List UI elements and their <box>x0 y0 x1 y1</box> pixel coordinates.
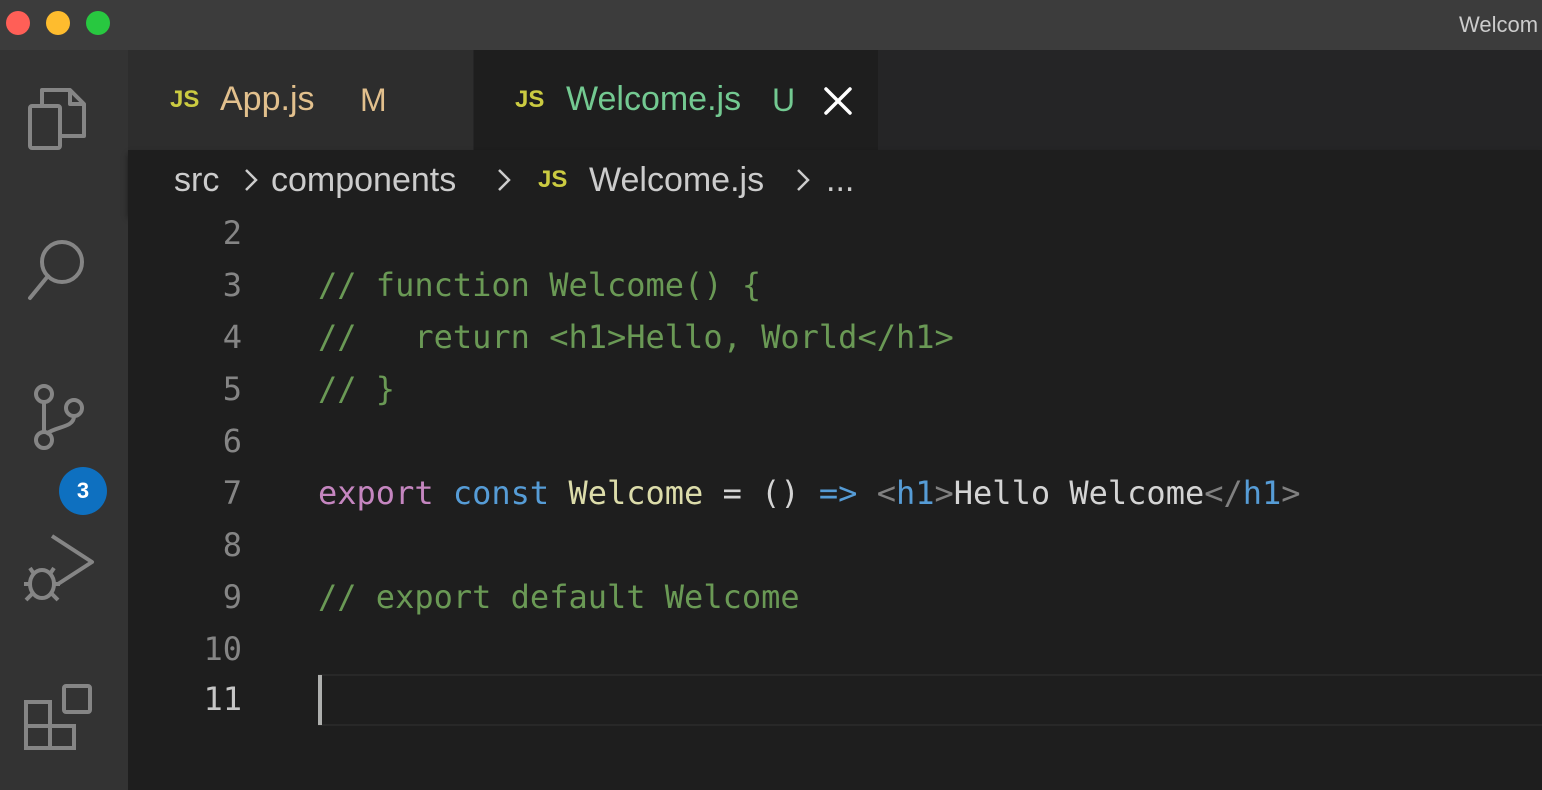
operator-equals: = <box>703 474 762 512</box>
keyword-const: const <box>452 474 550 512</box>
breadcrumb-item-symbols[interactable]: ... <box>826 161 854 200</box>
run-debug-icon[interactable] <box>18 528 98 608</box>
close-window-button[interactable] <box>6 11 30 35</box>
source-control-icon[interactable] <box>18 380 98 460</box>
js-file-icon: JS <box>538 166 568 193</box>
tab-untracked-indicator: U <box>772 82 796 118</box>
tag-name: h1 <box>895 474 935 512</box>
chevron-right-icon <box>792 164 814 196</box>
code-line-comment: // return <h1>Hello, World</h1> <box>318 318 954 356</box>
code-editor[interactable]: 2 3 4 5 6 7 8 9 10 11 // function Welcom… <box>128 214 1542 790</box>
breadcrumb: src components JS Welcome.js ... <box>128 150 1542 214</box>
line-number: 3 <box>222 266 242 304</box>
text-cursor <box>318 675 322 725</box>
code-line-comment: // } <box>318 370 396 408</box>
tab-modified-indicator: M <box>360 82 387 118</box>
maximize-window-button[interactable] <box>86 11 110 35</box>
explorer-icon[interactable] <box>18 80 98 160</box>
breadcrumb-item-components[interactable]: components <box>271 161 456 200</box>
line-number: 8 <box>222 526 242 564</box>
jsx-text: Hello Welcome <box>953 474 1205 512</box>
line-number: 7 <box>222 474 242 512</box>
code-line-export: export const Welcome = () => <h1>Hello W… <box>318 474 1301 512</box>
window-title: Welcom <box>1459 12 1539 37</box>
tag-open-bracket: < <box>876 474 896 512</box>
chevron-right-icon <box>493 164 515 196</box>
tab-label: Welcome.js <box>566 80 742 118</box>
chevron-right-icon <box>240 164 262 196</box>
close-tab-icon[interactable] <box>818 81 858 121</box>
identifier-welcome: Welcome <box>568 474 704 512</box>
breadcrumb-item-src[interactable]: src <box>174 161 219 200</box>
line-number: 4 <box>222 318 242 356</box>
code-line-comment: // function Welcome() { <box>318 266 762 304</box>
keyword-export: export <box>318 474 434 512</box>
line-number: 10 <box>203 630 242 668</box>
js-file-icon: JS <box>170 86 200 113</box>
current-line-highlight <box>318 674 1542 726</box>
tag-open-bracket: </ <box>1204 474 1243 512</box>
tab-welcome-js[interactable]: JS Welcome.js U <box>474 50 878 150</box>
tab-app-js[interactable]: JS App.js M <box>128 50 473 150</box>
search-icon[interactable] <box>18 232 98 312</box>
line-number-current: 11 <box>203 680 242 718</box>
activity-bar: 3 <box>0 50 128 790</box>
line-number: 2 <box>222 214 242 252</box>
parens: () <box>761 474 800 512</box>
tag-name: h1 <box>1242 474 1282 512</box>
breadcrumb-item-file[interactable]: Welcome.js <box>589 161 764 200</box>
tag-close-bracket: > <box>934 474 954 512</box>
arrow-operator: => <box>818 474 858 512</box>
tab-label: App.js <box>220 80 315 118</box>
code-line-comment: // export default Welcome <box>318 578 800 616</box>
source-control-badge: 3 <box>59 467 107 515</box>
js-file-icon: JS <box>515 86 545 113</box>
line-number: 6 <box>222 422 242 460</box>
line-number: 5 <box>222 370 242 408</box>
tag-close-bracket: > <box>1281 474 1301 512</box>
title-bar: Welcom <box>0 0 1542 50</box>
tab-bar: JS App.js M JS Welcome.js U <box>128 50 1542 150</box>
line-number: 9 <box>222 578 242 616</box>
minimize-window-button[interactable] <box>46 11 70 35</box>
extensions-icon[interactable] <box>18 678 98 758</box>
